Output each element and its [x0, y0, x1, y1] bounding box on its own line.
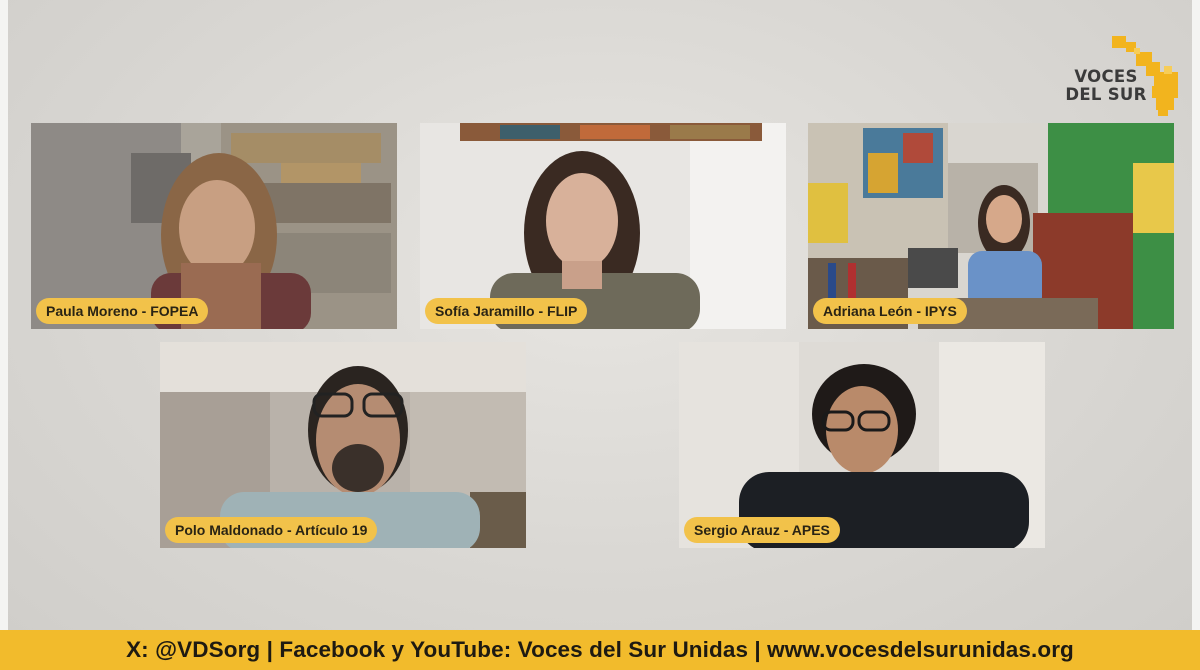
right-edge: [1192, 0, 1200, 670]
logo-line-2: DEL SUR: [1065, 85, 1147, 104]
footer-banner: X: @VDSorg | Facebook y YouTube: Voces d…: [0, 630, 1200, 670]
video-tile-paula-moreno[interactable]: Paula Moreno - FOPEA: [31, 123, 397, 329]
participant-name-tag: Paula Moreno - FOPEA: [36, 298, 209, 324]
footer-social-links: X: @VDSorg | Facebook y YouTube: Voces d…: [126, 637, 1074, 662]
participant-name-tag: Sofía Jaramillo - FLIP: [425, 298, 588, 324]
left-edge: [0, 0, 8, 670]
participant-name-tag: Polo Maldonado - Artículo 19: [165, 517, 378, 543]
logo-line-1: VOCES: [1074, 67, 1138, 86]
video-tile-polo-maldonado[interactable]: Polo Maldonado - Artículo 19: [160, 342, 526, 548]
participant-name-tag: Adriana León - IPYS: [813, 298, 967, 324]
video-tile-sofia-jaramillo[interactable]: Sofía Jaramillo - FLIP: [420, 123, 786, 329]
video-tile-sergio-arauz[interactable]: Sergio Arauz - APES: [679, 342, 1045, 548]
participant-name-tag: Sergio Arauz - APES: [684, 517, 840, 543]
video-tile-adriana-leon[interactable]: Adriana León - IPYS: [808, 123, 1174, 329]
logo-wordmark: VOCES DEL SUR: [1056, 68, 1156, 104]
voces-del-sur-logo: VOCES DEL SUR: [1056, 36, 1184, 120]
